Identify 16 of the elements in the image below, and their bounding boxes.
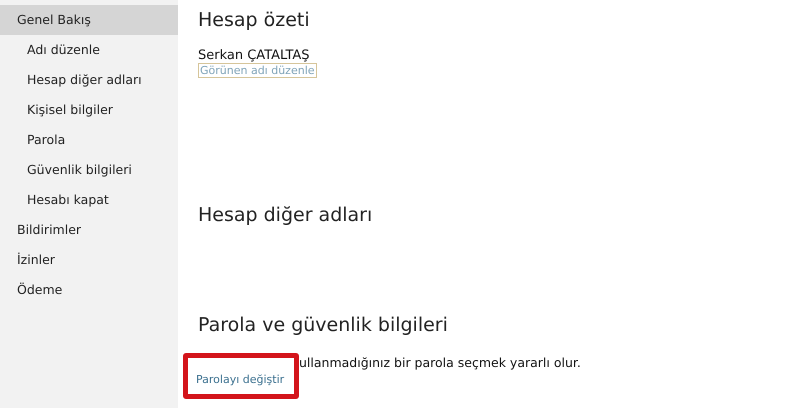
sidebar-item[interactable]: Ödeme bbox=[0, 275, 178, 305]
change-password-link[interactable]: Parolayı değiştir bbox=[194, 372, 286, 387]
sidebar-item[interactable]: Genel Bakış bbox=[0, 5, 178, 35]
sidebar-item[interactable]: Bildirimler bbox=[0, 215, 178, 245]
section-title: Hesap özeti bbox=[198, 8, 310, 33]
account-name: Serkan ÇATALTAŞ bbox=[198, 48, 310, 63]
sidebar-item[interactable]: İzinler bbox=[0, 245, 178, 275]
sidebar-item[interactable]: Hesabı kapat bbox=[0, 185, 178, 215]
sidebar-item[interactable]: Parola bbox=[0, 125, 178, 155]
sidebar-item[interactable]: Adı düzenle bbox=[0, 35, 178, 65]
section-title: Parola ve güvenlik bilgileri bbox=[198, 313, 448, 338]
sidebar-item[interactable]: Güvenlik bilgileri bbox=[0, 155, 178, 185]
description-text: ullanmadığınız bir parola seçmek yararlı olur. bbox=[299, 355, 581, 370]
sidebar-item[interactable]: Kişisel bilgiler bbox=[0, 95, 178, 125]
section-title: Hesap diğer adları bbox=[198, 203, 372, 228]
sidebar-item[interactable]: Hesap diğer adları bbox=[0, 65, 178, 95]
